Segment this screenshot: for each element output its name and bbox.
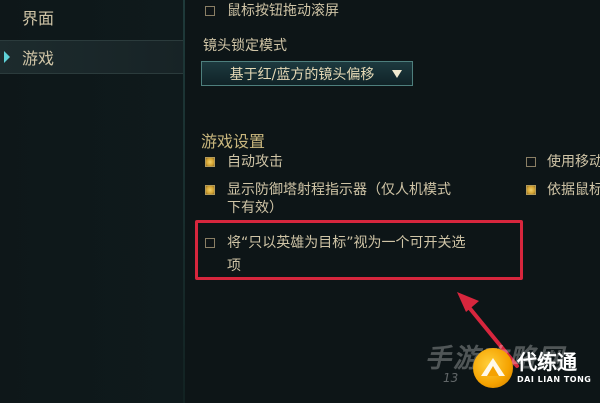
- brand-subtitle: DAI LIAN TONG: [517, 375, 592, 384]
- mouse-based-checkbox[interactable]: [526, 185, 536, 195]
- tower-range-label-line2: 下有效）: [227, 200, 283, 216]
- highlight-box: [195, 220, 523, 280]
- auto-attack-checkbox[interactable]: [205, 157, 215, 167]
- chevron-down-icon: [392, 70, 402, 78]
- brand-logo-icon: [473, 348, 513, 388]
- auto-attack-label: 自动攻击: [227, 154, 283, 170]
- use-move-label: 使用移动: [547, 154, 600, 170]
- camera-lock-dropdown[interactable]: 基于红/蓝方的镜头偏移: [201, 61, 413, 86]
- drag-scroll-label: 鼠标按钮拖动滚屏: [227, 3, 339, 19]
- game-settings-title: 游戏设置: [201, 132, 266, 151]
- sidebar: 界面 游戏: [0, 0, 183, 403]
- active-marker-icon: [4, 51, 10, 63]
- drag-scroll-checkbox[interactable]: [205, 6, 215, 16]
- sidebar-item-label: 游戏: [22, 49, 55, 68]
- settings-panel: 鼠标按钮拖动滚屏 镜头锁定模式 基于红/蓝方的镜头偏移 游戏设置 自动攻击 显示…: [185, 0, 600, 403]
- watermark-sub: 13: [443, 371, 459, 385]
- sidebar-item-label: 界面: [22, 9, 55, 28]
- camera-lock-heading: 镜头锁定模式: [203, 38, 287, 54]
- camera-lock-selected: 基于红/蓝方的镜头偏移: [229, 66, 375, 83]
- use-move-checkbox[interactable]: [526, 157, 536, 167]
- sidebar-item-game[interactable]: 游戏: [0, 40, 183, 74]
- brand-title: 代练通: [517, 350, 577, 374]
- brand-logo-block: 代练通 DAI LIAN TONG: [473, 338, 600, 398]
- tower-range-label-line1: 显示防御塔射程指示器（仅人机模式: [227, 182, 451, 198]
- tower-range-checkbox[interactable]: [205, 185, 215, 195]
- sidebar-item-interface[interactable]: 界面: [0, 0, 183, 34]
- mouse-based-label: 依据鼠标: [547, 182, 600, 198]
